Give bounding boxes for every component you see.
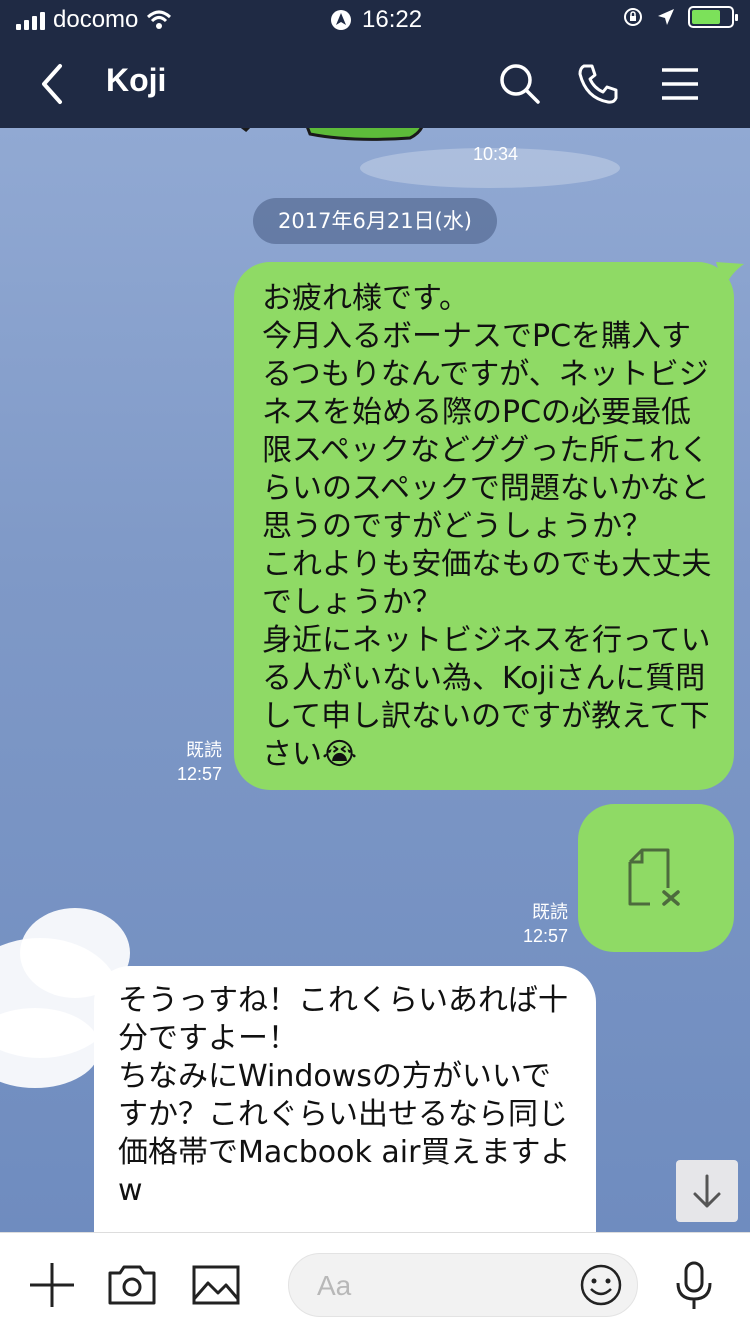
clock: 16:22 — [362, 6, 423, 33]
status-center: 16:22 — [330, 6, 422, 34]
wifi-icon — [147, 10, 172, 29]
scroll-to-bottom-button[interactable] — [676, 1160, 738, 1222]
signal-icon — [16, 10, 45, 30]
arrow-down-icon — [693, 1174, 721, 1208]
carrier-label: docomo — [53, 6, 139, 33]
sticker-fragment-icon — [240, 128, 251, 132]
sticker-timestamp: 10:34 — [472, 144, 518, 164]
read-receipt: 既読 — [532, 902, 568, 922]
date-separator: 2017年6月21日(水) — [253, 198, 497, 244]
image-icon[interactable] — [190, 1259, 242, 1311]
status-left: docomo — [16, 6, 172, 34]
navigation-active-icon — [331, 10, 351, 30]
input-bar — [0, 1232, 750, 1335]
message-timestamp: 12:57 — [176, 764, 222, 784]
crying-emoji: 😭 — [322, 737, 358, 772]
message-meta: 既読 12:57 — [500, 900, 568, 948]
status-right — [622, 6, 738, 28]
message-text: お疲れ様です。 今月入るボーナスでPCを購入するつもりなんですが、ネットビジネス… — [262, 281, 712, 772]
chat-area[interactable]: 10:34 2017年6月21日(水) 既読 12:57 お疲れ様です。 今月入… — [0, 128, 750, 1232]
location-arrow-icon — [658, 9, 674, 25]
search-icon[interactable] — [496, 60, 544, 108]
battery-icon — [688, 6, 738, 28]
chat-header: Koji — [0, 40, 750, 128]
bubble-tail — [716, 262, 744, 288]
back-chevron-icon[interactable] — [30, 60, 78, 108]
message-input-field[interactable] — [288, 1253, 638, 1317]
rotation-lock-icon — [624, 8, 642, 26]
plus-icon[interactable] — [26, 1259, 78, 1311]
message-timestamp: 12:57 — [522, 926, 568, 946]
message-text: そうっすね！これくらいあれば十分ですよー！ ちなみにWindowsの方がいいです… — [118, 983, 571, 1208]
message-input[interactable] — [315, 1264, 559, 1308]
attachment-bubble[interactable] — [578, 804, 734, 952]
microphone-icon[interactable] — [668, 1259, 720, 1311]
menu-icon[interactable] — [656, 60, 704, 108]
message-meta: 既読 12:57 — [150, 738, 222, 786]
chat-title: Koji — [106, 62, 167, 98]
camera-icon[interactable] — [106, 1259, 158, 1311]
file-missing-icon — [628, 848, 680, 906]
message-bubble-incoming[interactable]: そうっすね！これくらいあれば十分ですよー！ ちなみにWindowsの方がいいです… — [94, 966, 596, 1232]
phone-icon[interactable] — [574, 60, 622, 108]
message-bubble-outgoing[interactable]: お疲れ様です。 今月入るボーナスでPCを購入するつもりなんですが、ネットビジネス… — [234, 262, 744, 790]
read-receipt: 既読 — [186, 740, 222, 760]
sticker-image[interactable] — [290, 128, 440, 158]
status-bar: docomo 16:22 — [0, 0, 750, 40]
emoji-icon[interactable] — [579, 1263, 623, 1307]
